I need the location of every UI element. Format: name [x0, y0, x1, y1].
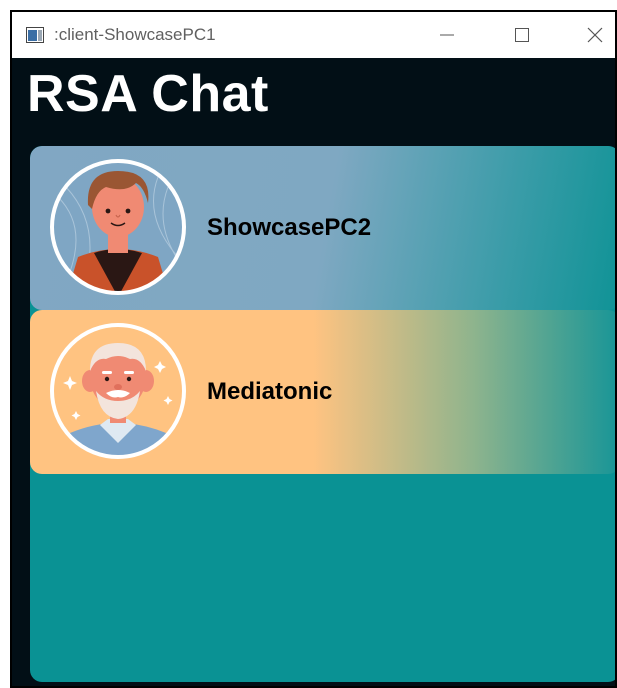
contact-list-panel: ShowcasePC2 Mediatonic	[30, 146, 615, 682]
contact-name: Mediatonic	[207, 378, 333, 405]
minimize-icon	[440, 34, 454, 36]
old-man-avatar-icon	[50, 323, 186, 459]
window-title: :client-ShowcasePC1	[54, 25, 216, 44]
app-window: :client-ShowcasePC1 RSA Chat ShowcasePC2…	[10, 10, 617, 688]
contact-item-mediatonic[interactable]: Mediatonic	[30, 310, 615, 474]
app-window-icon	[26, 27, 44, 43]
maximize-button[interactable]	[507, 20, 537, 50]
contact-item-showcasepc2[interactable]: ShowcasePC2	[30, 146, 615, 310]
app-title: RSA Chat	[27, 65, 269, 123]
app-content: RSA Chat ShowcasePC2 Mediatonic	[12, 58, 615, 686]
minimize-button[interactable]	[432, 20, 462, 50]
contact-name: ShowcasePC2	[207, 214, 372, 241]
close-button[interactable]	[580, 20, 610, 50]
young-man-avatar-icon	[50, 159, 186, 295]
maximize-icon	[515, 28, 529, 42]
close-icon	[587, 27, 603, 43]
window-titlebar[interactable]: :client-ShowcasePC1	[12, 12, 615, 58]
